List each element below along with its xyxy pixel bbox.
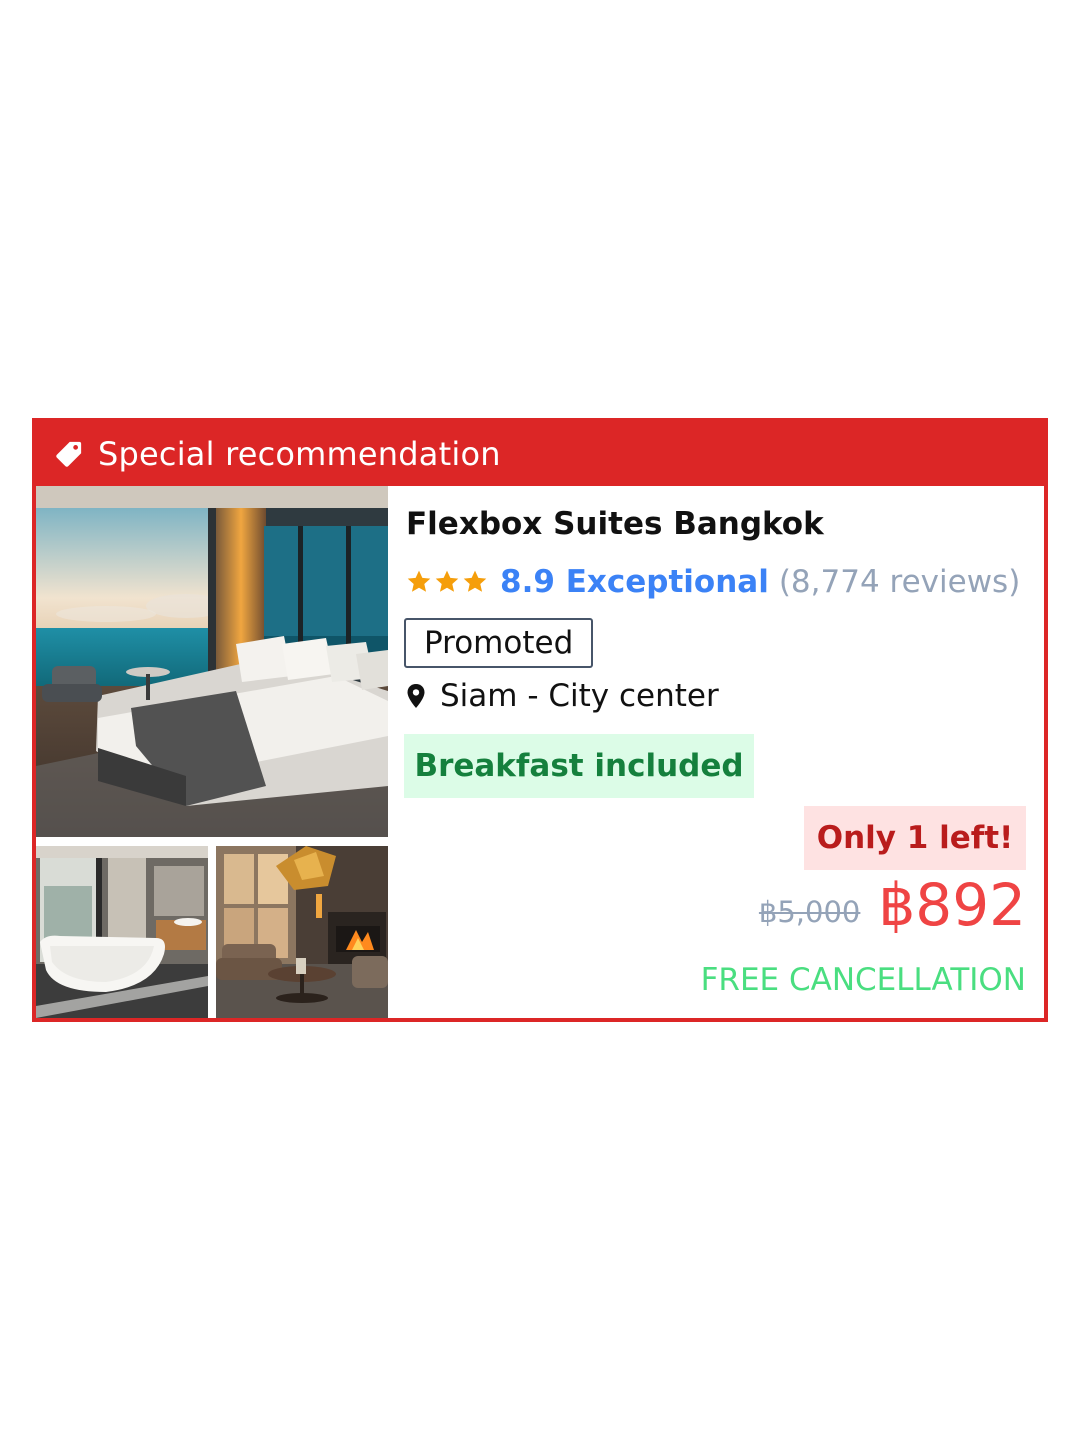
star-icon bbox=[463, 570, 487, 592]
photo-gallery bbox=[36, 486, 388, 1018]
location-text: Siam - City center bbox=[440, 678, 719, 714]
tag-icon bbox=[56, 441, 82, 467]
hotel-card[interactable]: Special recommendation Flexbox Suites Ba… bbox=[32, 418, 1048, 1022]
star-rating bbox=[406, 569, 490, 595]
availability-badge: Only 1 left! bbox=[804, 806, 1026, 870]
free-cancellation-label: FREE CANCELLATION bbox=[700, 962, 1026, 998]
rating-row: 8.9 Exceptional (8,774 reviews) bbox=[406, 564, 1020, 600]
map-pin-icon bbox=[407, 684, 425, 708]
hotel-info: Flexbox Suites Bangkok 8.9 Exceptional (… bbox=[404, 486, 1026, 1018]
star-icon bbox=[407, 570, 431, 592]
current-price: ฿892 bbox=[878, 871, 1026, 939]
review-count[interactable]: (8,774 reviews) bbox=[779, 564, 1020, 600]
price-row: ฿5,000 ฿892 bbox=[759, 872, 1026, 939]
special-recommendation-banner: Special recommendation bbox=[36, 422, 1044, 486]
lounge-fireplace-photo[interactable] bbox=[216, 846, 388, 1018]
promoted-badge: Promoted bbox=[404, 618, 594, 668]
star-icon bbox=[435, 570, 459, 592]
breakfast-badge: Breakfast included bbox=[404, 734, 754, 798]
bedroom-ocean-view-photo[interactable] bbox=[36, 486, 388, 837]
banner-label: Special recommendation bbox=[98, 435, 501, 473]
review-score: 8.9 Exceptional bbox=[500, 564, 769, 600]
original-price: ฿5,000 bbox=[758, 894, 861, 929]
location-row[interactable]: Siam - City center bbox=[406, 678, 719, 714]
bathroom-tub-photo[interactable] bbox=[36, 846, 208, 1018]
hotel-name[interactable]: Flexbox Suites Bangkok bbox=[406, 506, 824, 542]
